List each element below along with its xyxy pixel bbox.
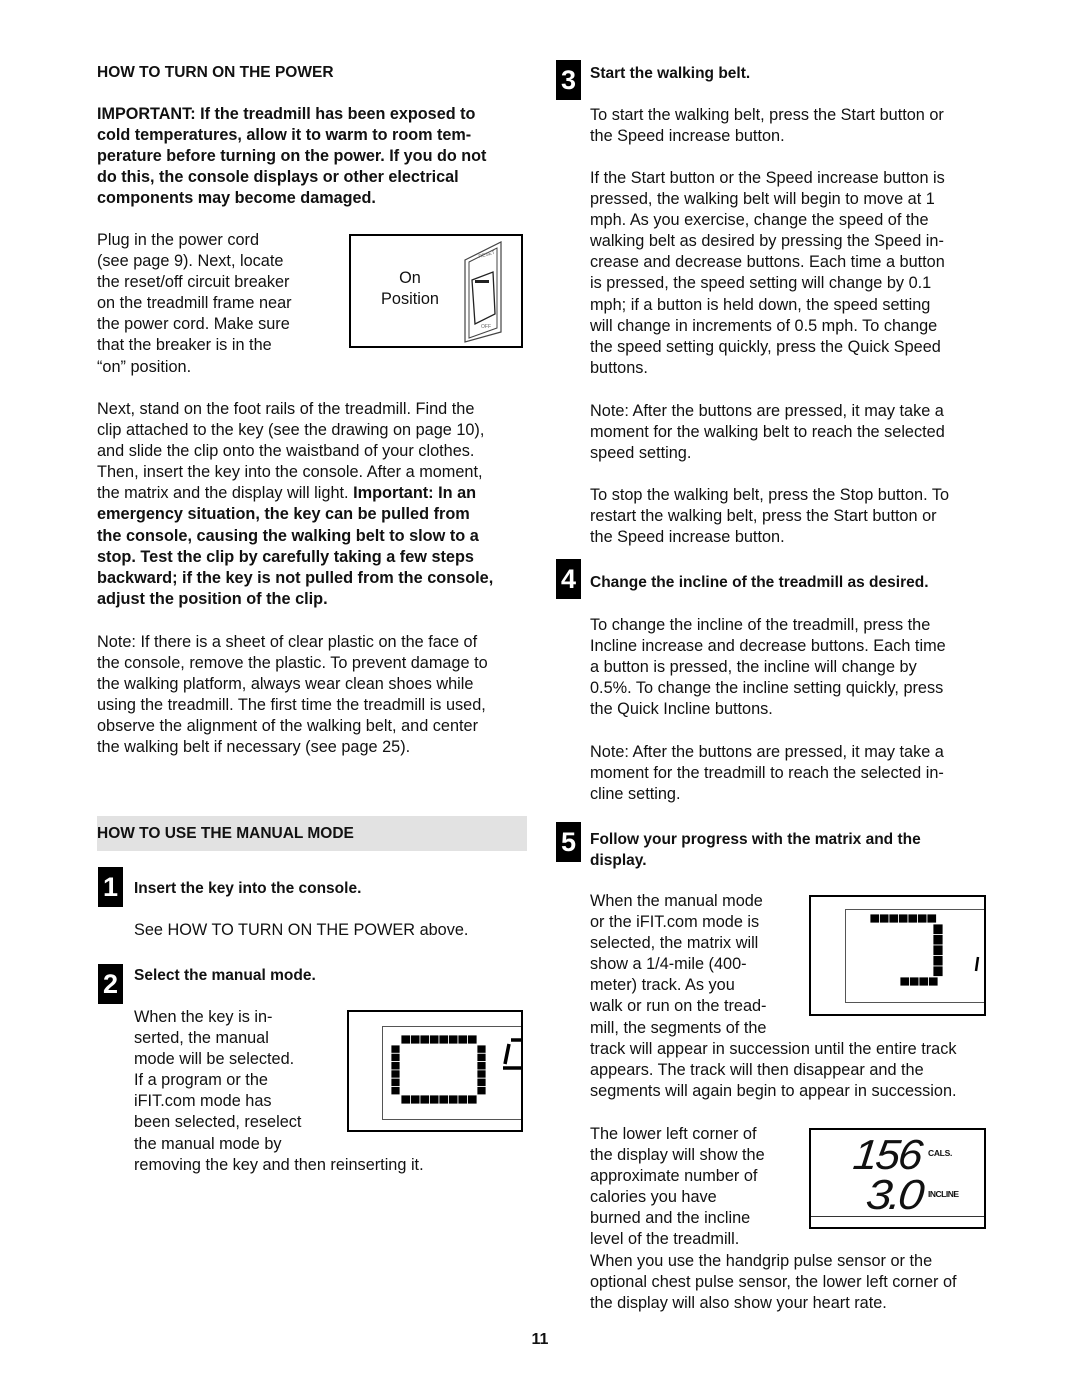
- page-number: 11: [531, 1331, 549, 1348]
- matrix-track-figure: [809, 895, 986, 1016]
- matrix-segment: [879, 913, 890, 924]
- matrix-segment: [390, 1052, 401, 1062]
- step-3-badge: 3: [556, 60, 581, 100]
- matrix-segment: [899, 976, 910, 987]
- step-1-badge: 1: [98, 867, 123, 907]
- step-5-p1-continued: track will appear in succession until th…: [590, 1040, 957, 1101]
- off-label: OFF: [481, 324, 491, 330]
- matrix-segment: [467, 1034, 478, 1045]
- matrix-segment: [932, 955, 944, 967]
- step-3-title: Start the walking belt.: [590, 65, 751, 82]
- matrix-segment: [476, 1069, 487, 1079]
- matrix-segment: [457, 1034, 468, 1045]
- matrix-segment: [907, 913, 918, 924]
- matrix-segment: [429, 1094, 440, 1105]
- matrix-segment: [932, 923, 944, 935]
- on-position-label: On Position: [381, 269, 439, 309]
- digit-segment: [974, 956, 980, 972]
- step-4-title: Change the incline of the treadmill as d…: [590, 574, 929, 591]
- matrix-segment: [390, 1044, 401, 1054]
- incline-value: 3.0: [863, 1171, 924, 1218]
- matrix-segment: [476, 1061, 487, 1071]
- matrix-segment: [448, 1034, 459, 1045]
- important-warning: IMPORTANT: If the treadmill has been exp…: [97, 105, 487, 208]
- matrix-segment: [467, 1094, 478, 1105]
- calories-label: CALS.: [928, 1148, 953, 1158]
- matrix-segment: [400, 1034, 411, 1045]
- step-2-title: Select the manual mode.: [134, 967, 316, 984]
- matrix-segment: [438, 1094, 449, 1105]
- matrix-segment: [390, 1069, 401, 1079]
- matrix-segment: [932, 944, 944, 956]
- digit-segment: [503, 1038, 521, 1070]
- plastic-note: Note: If there is a sheet of clear plast…: [97, 633, 488, 757]
- step-2-text-continued: removing the key and then reinserting it…: [134, 1156, 424, 1174]
- matrix-segment: [476, 1052, 487, 1062]
- matrix-segment: [476, 1077, 487, 1087]
- matrix-segment: [926, 913, 937, 924]
- matrix-segment: [928, 976, 939, 987]
- step-3-note: Note: After the buttons are pressed, it …: [590, 402, 945, 463]
- matrix-segment: [448, 1094, 459, 1105]
- step-4-p1: To change the incline of the treadmill, …: [590, 616, 946, 719]
- matrix-segment: [438, 1034, 449, 1045]
- calories-incline-display-figure: 156 CALS. 3.0 INCLINE: [809, 1128, 986, 1229]
- manual-mode-heading: HOW TO USE THE MANUAL MODE: [97, 825, 354, 842]
- matrix-segment: [476, 1044, 487, 1054]
- step-5-p3: When you use the handgrip pulse sensor o…: [590, 1252, 957, 1313]
- matrix-partial-track-icon: [869, 913, 980, 987]
- circuit-breaker-switch-icon: RESET OFF: [464, 241, 502, 343]
- matrix-segment: [390, 1077, 401, 1087]
- matrix-segment: [869, 913, 880, 924]
- matrix-segment: [898, 913, 909, 924]
- matrix-segment: [419, 1094, 430, 1105]
- step-5-badge: 5: [556, 822, 581, 862]
- step-3-stop: To stop the walking belt, press the Stop…: [590, 486, 950, 547]
- matrix-segment: [476, 1086, 487, 1096]
- incline-label: INCLINE: [928, 1189, 959, 1199]
- step-1-text: See HOW TO TURN ON THE POWER above.: [134, 921, 469, 939]
- matrix-segment: [419, 1034, 430, 1045]
- matrix-segment: [909, 976, 920, 987]
- matrix-segment: [888, 913, 899, 924]
- matrix-segment: [410, 1034, 421, 1045]
- step-4-note: Note: After the buttons are pressed, it …: [590, 743, 944, 804]
- step-4-badge: 4: [556, 559, 581, 599]
- matrix-segment: [400, 1094, 411, 1105]
- manual-mode-display-figure: [347, 1010, 523, 1132]
- matrix-segment: [932, 965, 944, 977]
- matrix-segment: [390, 1061, 401, 1071]
- matrix-segment: [917, 913, 928, 924]
- power-heading: HOW TO TURN ON THE POWER: [97, 64, 334, 81]
- step-3-p2: If the Start button or the Speed increas…: [590, 169, 945, 377]
- step-5-title: Follow your progress with the matrix and…: [590, 831, 921, 869]
- matrix-segment: [429, 1034, 440, 1045]
- on-position-figure: On Position RESET OFF: [349, 234, 523, 348]
- matrix-segment: [457, 1094, 468, 1105]
- key-instructions: Next, stand on the foot rails of the tre…: [97, 399, 493, 610]
- matrix-segment: [410, 1094, 421, 1105]
- matrix-segment: [932, 934, 944, 946]
- plug-in-text: Plug in the power cord (see page 9). Nex…: [97, 231, 292, 376]
- step-5-p1: When the manual mode or the iFIT.com mod…: [590, 892, 767, 1037]
- step-2-badge: 2: [98, 964, 123, 1004]
- step-5-p2: The lower left corner of the display wil…: [590, 1125, 765, 1249]
- key-instructions-important: Important: In an emergency situation, th…: [97, 484, 494, 608]
- matrix-full-track-icon: [390, 1034, 521, 1105]
- matrix-segment: [918, 976, 929, 987]
- step-1-title: Insert the key into the console.: [134, 880, 362, 897]
- step-3-p1: To start the walking belt, press the Sta…: [590, 106, 944, 146]
- calories-value: 156: [850, 1131, 924, 1178]
- step-2-text: When the key is in- serted, the manual m…: [134, 1008, 302, 1153]
- matrix-segment: [390, 1086, 401, 1096]
